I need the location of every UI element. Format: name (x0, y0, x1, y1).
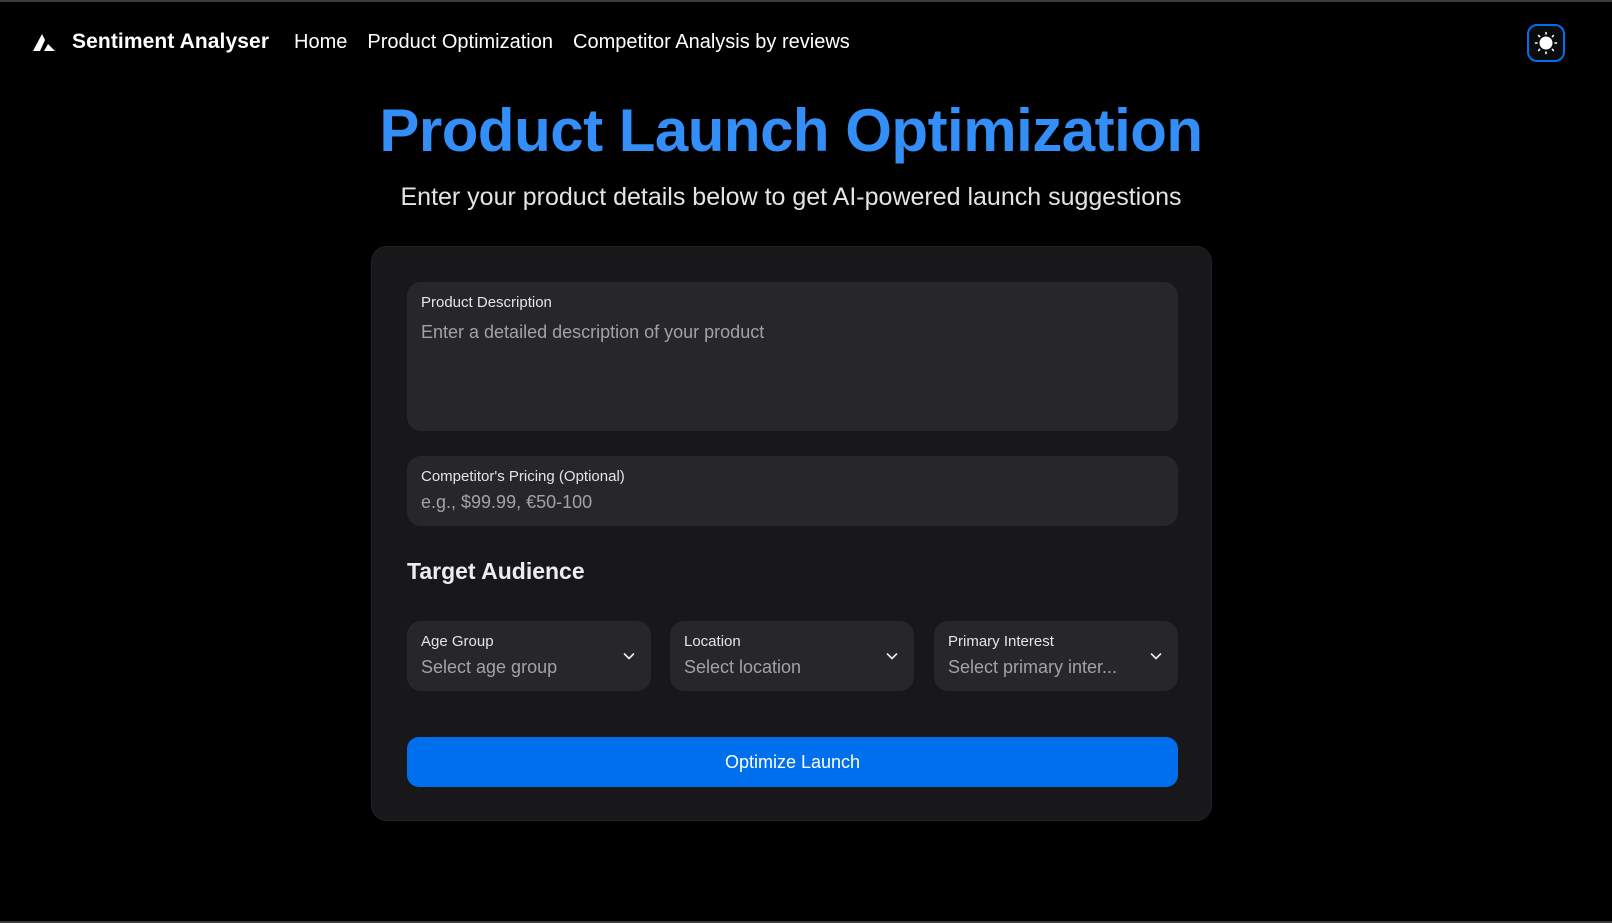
location-placeholder: Select location (684, 657, 802, 677)
age-group-placeholder: Select age group (421, 657, 558, 677)
chevron-down-icon (623, 653, 635, 660)
age-group-select[interactable]: Age Group Select age group (407, 621, 651, 691)
page-title: Product Launch Optimization (379, 97, 1203, 164)
logo-icon (33, 34, 55, 51)
chevron-down-icon (886, 653, 898, 660)
product-description-field[interactable]: Product Description Enter a detailed des… (407, 282, 1178, 431)
primary-interest-label: Primary Interest (948, 633, 1054, 650)
primary-interest-placeholder: Select primary inter... (948, 657, 1118, 677)
nav-links: Home Product Optimization Competitor Ana… (294, 30, 870, 54)
page-subtitle: Enter your product details below to get … (400, 183, 1182, 211)
brand-name: Sentiment Analyser (72, 30, 270, 53)
competitor-pricing-placeholder: e.g., $99.99, €50-100 (421, 492, 593, 512)
competitor-pricing-label: Competitor's Pricing (Optional) (421, 468, 625, 485)
nav-link-competitor-analysis[interactable]: Competitor Analysis by reviews (573, 31, 850, 54)
sun-icon (1534, 31, 1558, 55)
age-group-label: Age Group (421, 633, 494, 650)
navbar: Sentiment Analyser Home Product Optimiza… (0, 2, 1612, 84)
primary-interest-select[interactable]: Primary Interest Select primary inter... (934, 621, 1178, 691)
competitor-pricing-field[interactable]: Competitor's Pricing (Optional) e.g., $9… (407, 456, 1178, 526)
product-description-label: Product Description (421, 294, 552, 311)
nav-link-product-optimization[interactable]: Product Optimization (367, 31, 553, 54)
location-label: Location (684, 633, 741, 650)
theme-toggle-button[interactable] (1527, 24, 1565, 62)
brand[interactable]: Sentiment Analyser (32, 30, 269, 54)
chevron-down-icon (1150, 653, 1162, 660)
optimize-launch-button[interactable]: Optimize Launch (407, 737, 1178, 787)
product-description-placeholder: Enter a detailed description of your pro… (421, 322, 765, 342)
launch-form-card: Product Description Enter a detailed des… (371, 246, 1212, 821)
target-audience-heading: Target Audience (407, 558, 585, 584)
nav-link-home[interactable]: Home (294, 31, 347, 54)
location-select[interactable]: Location Select location (670, 621, 914, 691)
